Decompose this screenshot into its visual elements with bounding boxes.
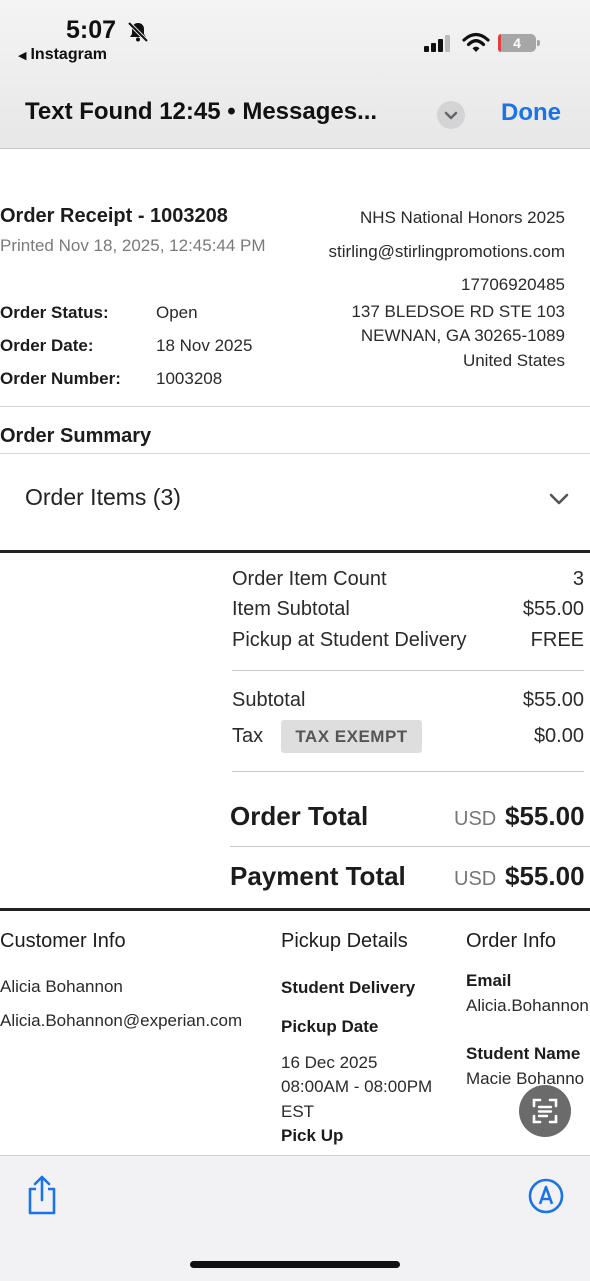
back-to-app-link[interactable]: ◀ Instagram — [18, 46, 107, 64]
home-indicator[interactable] — [190, 1261, 400, 1268]
order-total-value: $55.00 — [505, 801, 585, 831]
vendor-phone: 17706920485 — [460, 275, 565, 294]
order-number-value: 1003208 — [156, 369, 223, 388]
divider — [232, 771, 584, 772]
section-divider — [0, 908, 590, 911]
pickup-time: 08:00AM - 08:00PM — [281, 1077, 433, 1096]
order-email-label: Email — [466, 971, 512, 990]
order-total-currency: USD — [454, 808, 497, 830]
vendor-address-line1: 137 BLEDSOE RD STE 103 — [351, 302, 565, 321]
item-count-label: Order Item Count — [232, 568, 387, 590]
vendor-address-line2: NEWNAN, GA 30265-1089 — [360, 326, 565, 345]
page-title: Text Found 12:45 • Messages... — [25, 98, 378, 125]
customer-email: Alicia.Bohannon@experian.com — [0, 1011, 243, 1030]
back-app-label: Instagram — [30, 46, 107, 63]
cellular-signal-icon — [424, 34, 452, 57]
done-button[interactable]: Done — [501, 99, 561, 127]
subtotal-value: $55.00 — [522, 689, 584, 711]
payment-total-currency: USD — [454, 868, 497, 890]
pickup-fee-label: Pickup at Student Delivery — [232, 629, 467, 651]
wifi-icon — [462, 32, 490, 59]
chevron-down-icon[interactable] — [437, 101, 465, 129]
chevron-down-icon[interactable] — [548, 491, 570, 512]
tax-label: Tax — [232, 725, 264, 747]
order-info-heading: Order Info — [466, 930, 557, 952]
item-subtotal-label: Item Subtotal — [232, 598, 350, 620]
student-name-label: Student Name — [466, 1044, 581, 1063]
order-status-value: Open — [156, 303, 198, 322]
item-subtotal-value: $55.00 — [522, 598, 584, 620]
order-summary-heading: Order Summary — [0, 425, 152, 447]
pickup-date: 16 Dec 2025 — [281, 1053, 378, 1072]
item-count-value: 3 — [572, 568, 584, 590]
payment-total-label: Payment Total — [230, 861, 406, 891]
payment-total-value: $55.00 — [505, 861, 585, 891]
pickup-date-label: Pickup Date — [281, 1017, 379, 1036]
order-email-value: Alicia.Bohannon — [466, 996, 589, 1015]
receipt-title: Order Receipt - 1003208 — [0, 205, 228, 227]
subtotal-label: Subtotal — [232, 689, 306, 711]
order-items-toggle[interactable]: Order Items (3) — [25, 484, 181, 511]
battery-indicator: 4 — [498, 34, 540, 52]
pickup-up-label: Pick Up — [281, 1126, 344, 1145]
bell-slash-icon — [126, 20, 150, 49]
vendor-country: United States — [462, 351, 565, 370]
order-number-label: Order Number: — [0, 369, 121, 388]
vendor-email: stirling@stirlingpromotions.com — [328, 242, 565, 261]
divider — [232, 670, 584, 671]
divider — [0, 406, 590, 407]
printed-timestamp: Printed Nov 18, 2025, 12:45:44 PM — [0, 236, 266, 255]
customer-info-heading: Customer Info — [0, 930, 126, 952]
tax-exempt-badge: TAX EXEMPT — [281, 720, 422, 753]
divider — [0, 453, 590, 454]
status-time: 5:07 — [66, 16, 117, 44]
pickup-fee-value: FREE — [530, 629, 584, 651]
customer-name: Alicia Bohannon — [0, 977, 123, 996]
markup-pen-icon[interactable] — [527, 1177, 565, 1220]
section-divider — [0, 550, 590, 553]
text-scan-icon[interactable] — [519, 1085, 571, 1137]
vendor-name: NHS National Honors 2025 — [359, 208, 565, 227]
order-date-value: 18 Nov 2025 — [156, 336, 253, 355]
pickup-details-heading: Pickup Details — [281, 930, 408, 952]
order-date-label: Order Date: — [0, 336, 94, 355]
pickup-method: Student Delivery — [281, 978, 416, 997]
order-status-label: Order Status: — [0, 303, 109, 322]
pickup-timezone: EST — [281, 1102, 315, 1121]
share-icon[interactable] — [25, 1174, 59, 1221]
tax-value: $0.00 — [533, 725, 584, 747]
divider — [230, 846, 590, 847]
order-total-label: Order Total — [230, 801, 369, 831]
